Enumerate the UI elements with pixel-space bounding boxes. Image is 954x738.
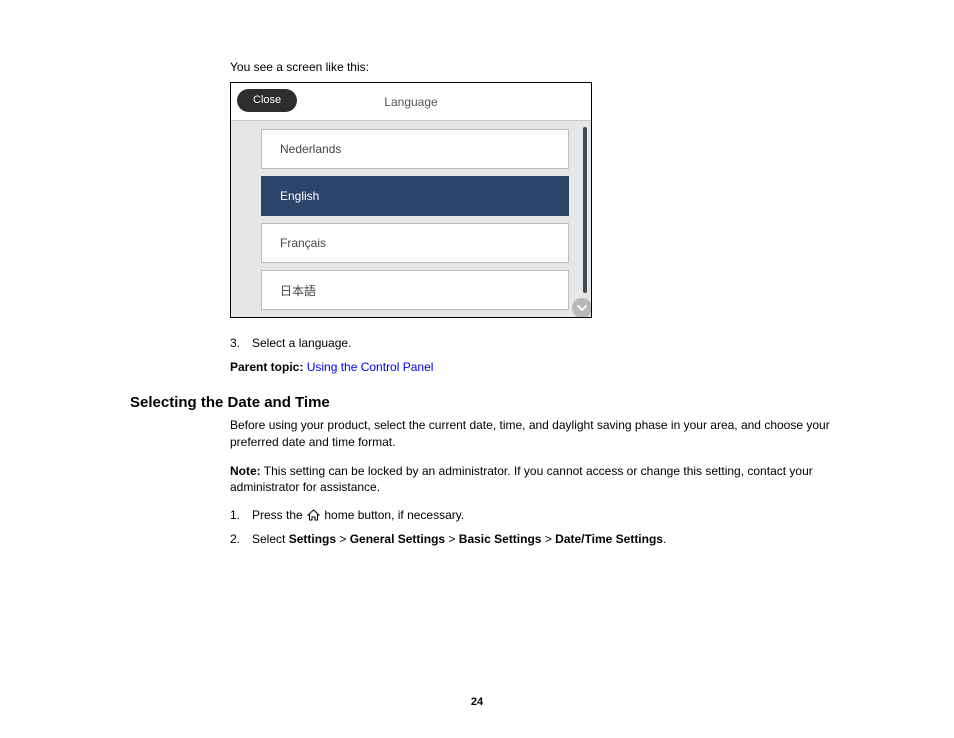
breadcrumb-sep: > xyxy=(541,532,555,546)
section-heading: Selecting the Date and Time xyxy=(130,394,844,411)
language-option[interactable]: Nederlands xyxy=(261,129,569,169)
document-page: You see a screen like this: Close Langua… xyxy=(0,0,954,738)
parent-topic-line: Parent topic: Using the Control Panel xyxy=(230,360,844,374)
breadcrumb-datetime-settings: Date/Time Settings xyxy=(555,532,663,546)
note-label: Note: xyxy=(230,464,261,478)
page-number: 24 xyxy=(0,696,954,708)
breadcrumb-sep: > xyxy=(445,532,459,546)
step-number: 2. xyxy=(230,532,252,546)
breadcrumb-basic-settings: Basic Settings xyxy=(459,532,542,546)
section-body: Before using your product, select the cu… xyxy=(230,417,844,546)
step-number: 1. xyxy=(230,508,252,522)
parent-topic-label: Parent topic: xyxy=(230,360,303,374)
step-text: Select a language. xyxy=(252,336,351,350)
language-option[interactable]: 日本語 xyxy=(261,270,569,310)
step2-prefix: Select xyxy=(252,532,289,546)
breadcrumb-settings: Settings xyxy=(289,532,336,546)
period: . xyxy=(663,532,666,546)
language-list: Nederlands English Français 日本語 xyxy=(231,121,591,317)
language-option[interactable]: Français xyxy=(261,223,569,263)
parent-topic-link[interactable]: Using the Control Panel xyxy=(307,360,434,374)
step-1: 1. Press the home button, if necessary. xyxy=(230,508,844,522)
section-intro: Before using your product, select the cu… xyxy=(230,417,844,451)
step-text: Press the home button, if necessary. xyxy=(252,508,464,522)
device-screenshot: Close Language Nederlands English França… xyxy=(230,82,592,318)
step-text: Select Settings > General Settings > Bas… xyxy=(252,532,666,546)
close-button[interactable]: Close xyxy=(237,89,297,112)
step1-prefix: Press the xyxy=(252,508,306,522)
note-paragraph: Note: This setting can be locked by an a… xyxy=(230,463,844,497)
chevron-down-icon xyxy=(577,303,587,313)
device-titlebar: Close Language xyxy=(231,83,591,121)
body-column: You see a screen like this: Close Langua… xyxy=(230,60,844,374)
home-icon xyxy=(307,509,320,521)
note-body: This setting can be locked by an adminis… xyxy=(230,464,813,495)
scroll-down-button[interactable] xyxy=(572,298,592,318)
scrollbar-track[interactable] xyxy=(583,127,587,293)
breadcrumb-sep: > xyxy=(336,532,350,546)
step1-suffix: home button, if necessary. xyxy=(321,508,464,522)
step-number: 3. xyxy=(230,336,252,350)
step-3: 3. Select a language. xyxy=(230,336,844,350)
intro-text: You see a screen like this: xyxy=(230,60,844,74)
step-2: 2. Select Settings > General Settings > … xyxy=(230,532,844,546)
breadcrumb-general-settings: General Settings xyxy=(350,532,445,546)
language-option-selected[interactable]: English xyxy=(261,176,569,216)
